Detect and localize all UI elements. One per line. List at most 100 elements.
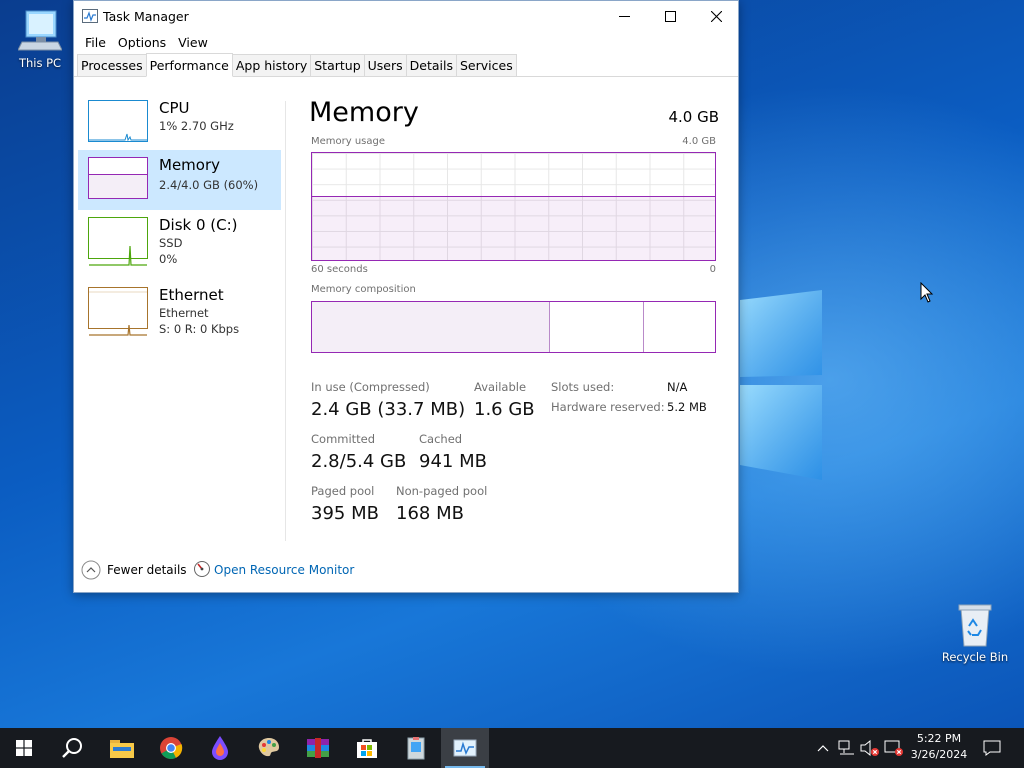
non-paged-pool-value: 168 MB xyxy=(396,503,464,524)
taskbar-file-explorer[interactable] xyxy=(98,728,146,768)
open-resource-monitor-link[interactable]: Open Resource Monitor xyxy=(214,563,354,577)
taskbar-notepad-app[interactable] xyxy=(392,728,440,768)
fewer-details-button[interactable]: Fewer details xyxy=(107,563,187,577)
clock-time: 5:22 PM xyxy=(916,732,962,745)
slots-used-value: N/A xyxy=(667,380,688,394)
cpu-thumbnail-graph xyxy=(88,100,148,142)
volume-muted-icon xyxy=(860,740,879,756)
memory-total: 4.0 GB xyxy=(668,108,719,126)
resource-item-disk[interactable]: Disk 0 (C:) SSD 0% xyxy=(78,210,281,270)
cached-value: 941 MB xyxy=(419,451,487,472)
start-icon xyxy=(16,740,32,756)
memory-thumbnail-fill xyxy=(89,174,147,198)
chrome-icon xyxy=(160,737,183,759)
in-use-value: 2.4 GB (33.7 MB) xyxy=(311,399,466,420)
taskbar-chrome[interactable] xyxy=(147,728,195,768)
menu-options[interactable]: Options xyxy=(112,35,172,50)
tab-users[interactable]: Users xyxy=(363,54,407,76)
non-paged-pool-label: Non-paged pool xyxy=(396,484,488,498)
memory-thumbnail-graph xyxy=(88,157,148,199)
menu-bar: File Options View xyxy=(74,32,738,53)
network-tray-button[interactable] xyxy=(836,728,858,768)
taskbar-store[interactable] xyxy=(343,728,391,768)
start-button[interactable] xyxy=(0,728,48,768)
notification-icon xyxy=(983,740,1001,756)
ethernet-thumbnail-graph xyxy=(88,287,148,336)
system-clock[interactable]: 5:22 PM 3/26/2024 xyxy=(908,731,970,763)
maximize-button[interactable] xyxy=(647,1,693,32)
chevron-up-circle-icon[interactable] xyxy=(81,560,101,580)
windows-logo-wallpaper xyxy=(740,290,822,480)
show-hidden-icons-button[interactable] xyxy=(813,728,833,768)
minimize-icon xyxy=(618,16,630,17)
winrar-icon xyxy=(307,738,329,758)
tab-services[interactable]: Services xyxy=(456,54,517,76)
security-tray-button[interactable] xyxy=(883,728,905,768)
composition-in-use xyxy=(312,302,550,352)
tab-strip: Processes Performance App history Startu… xyxy=(74,53,738,77)
slots-used-label: Slots used: xyxy=(551,380,615,394)
action-center-button[interactable] xyxy=(978,728,1006,768)
tab-details[interactable]: Details xyxy=(405,54,457,76)
minimize-button[interactable] xyxy=(601,1,647,32)
mouse-cursor-icon xyxy=(920,282,934,303)
paged-pool-label: Paged pool xyxy=(311,484,375,498)
disk-thumbnail-graph xyxy=(88,217,148,266)
composition-free xyxy=(644,302,715,352)
resource-list: CPU 1% 2.70 GHz Memory 2.4/4.0 GB (60%) … xyxy=(78,93,284,543)
memory-usage-max: 4.0 GB xyxy=(682,136,716,147)
menu-view[interactable]: View xyxy=(172,35,214,50)
time-axis-label: 60 seconds xyxy=(311,264,368,275)
composition-standby xyxy=(549,302,645,352)
paint-palette-icon xyxy=(258,738,279,757)
resource-detail: 1% 2.70 GHz xyxy=(159,119,234,133)
resource-name: CPU xyxy=(159,99,190,117)
store-icon xyxy=(357,739,377,758)
resource-item-cpu[interactable]: CPU 1% 2.70 GHz xyxy=(78,93,281,153)
recycle-bin-desktop-icon[interactable]: Recycle Bin xyxy=(937,602,1013,664)
paint-drop-icon xyxy=(212,736,228,760)
footer-bar: Fewer details Open Resource Monitor xyxy=(74,556,738,584)
taskbar-paint[interactable] xyxy=(245,728,293,768)
tab-processes[interactable]: Processes xyxy=(77,54,147,76)
paged-pool-value: 395 MB xyxy=(311,503,379,524)
hardware-reserved-label: Hardware reserved: xyxy=(551,400,665,414)
committed-value: 2.8/5.4 GB xyxy=(311,451,407,472)
recycle-bin-icon xyxy=(958,604,992,647)
maximize-icon xyxy=(664,11,676,22)
taskbar-task-manager[interactable] xyxy=(441,728,489,768)
tab-app-history[interactable]: App history xyxy=(231,54,312,76)
cached-label: Cached xyxy=(419,432,463,446)
page-title: Memory xyxy=(309,97,419,128)
taskbar: 5:22 PM 3/26/2024 xyxy=(0,728,1024,768)
search-button[interactable] xyxy=(48,728,96,768)
notepad-icon xyxy=(407,737,425,760)
tab-performance[interactable]: Performance xyxy=(145,53,233,77)
menu-file[interactable]: File xyxy=(79,35,112,50)
tab-startup[interactable]: Startup xyxy=(310,54,365,76)
resource-detail: SSD xyxy=(159,236,183,250)
resource-name: Memory xyxy=(159,156,221,174)
memory-usage-label: Memory usage xyxy=(311,136,386,147)
task-manager-window: Task Manager File Options View Processes… xyxy=(73,0,739,593)
recycle-bin-label: Recycle Bin xyxy=(941,650,1009,664)
available-value: 1.6 GB xyxy=(474,399,535,420)
resource-item-ethernet[interactable]: Ethernet Ethernet S: 0 R: 0 Kbps xyxy=(78,280,281,340)
taskbar-paint-drop-app[interactable] xyxy=(196,728,244,768)
clock-date: 3/26/2024 xyxy=(910,748,968,761)
resource-detail: S: 0 R: 0 Kbps xyxy=(159,322,240,336)
network-icon xyxy=(838,740,854,755)
resource-item-memory[interactable]: Memory 2.4/4.0 GB (60%) xyxy=(78,150,281,210)
this-pc-desktop-icon[interactable]: This PC xyxy=(2,8,78,70)
search-icon xyxy=(62,738,82,758)
window-title: Task Manager xyxy=(103,9,189,24)
file-explorer-icon xyxy=(110,740,134,758)
hardware-reserved-value: 5.2 MB xyxy=(667,400,707,414)
resource-monitor-icon xyxy=(194,561,210,577)
chevron-up-icon xyxy=(817,745,829,752)
close-button[interactable] xyxy=(693,1,739,32)
volume-tray-button[interactable] xyxy=(859,728,881,768)
title-bar[interactable]: Task Manager xyxy=(74,1,738,32)
taskbar-winrar[interactable] xyxy=(294,728,342,768)
committed-label: Committed xyxy=(311,432,376,446)
